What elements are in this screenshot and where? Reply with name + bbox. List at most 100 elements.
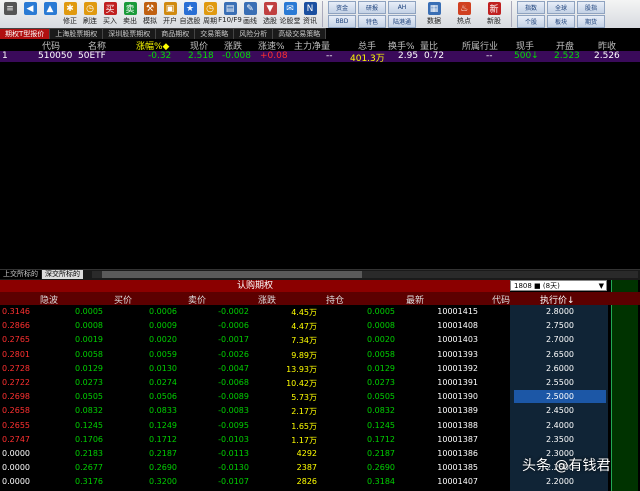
code-cell: 10001388 bbox=[437, 420, 478, 430]
bbd-button[interactable]: BBD bbox=[328, 15, 356, 28]
hot-button[interactable]: ♨ 热点 bbox=[449, 0, 479, 28]
bid-cell: 0.2183 bbox=[75, 449, 103, 458]
toolbar-button-4[interactable]: ◷ 刷连 bbox=[80, 0, 100, 28]
option-row[interactable]: 0.3146 0.0005 0.0006 -0.0002 4.45万 0.0005 1000… bbox=[0, 305, 610, 319]
option-row[interactable]: 0.2765 0.0019 0.0020 -0.0017 7.34万 0.0020 1000… bbox=[0, 333, 610, 347]
toolbar-button-9[interactable]: ★ 自选股 bbox=[180, 0, 201, 28]
ipo-button[interactable]: 新新股 bbox=[479, 0, 509, 28]
tab-risk[interactable]: 风险分析 bbox=[234, 28, 274, 39]
last-cell: 0.0273 bbox=[367, 378, 395, 387]
change-cell: -0.0103 bbox=[218, 434, 249, 444]
chat-icon: ✉ bbox=[283, 2, 297, 15]
toolbar-button-13[interactable]: ▼ 选股 bbox=[260, 0, 280, 28]
option-row[interactable]: 0.0000 0.3176 0.3200 -0.0107 2826 0.3184 10001… bbox=[0, 475, 610, 489]
ask-cell: 0.1249 bbox=[149, 420, 177, 430]
option-row[interactable]: 0.2698 0.0505 0.0506 -0.0089 5.73万 0.0505 1000… bbox=[0, 390, 610, 404]
toolbar-nav-2[interactable]: ▲ bbox=[40, 0, 60, 28]
tab-advanced-strategy[interactable]: 高级交易策略 bbox=[273, 28, 327, 39]
toolbar-button-10[interactable]: ◷ 周期 bbox=[200, 0, 220, 28]
open-interest-cell: 5.73万 bbox=[291, 393, 317, 403]
code-cell: 10001415 bbox=[437, 307, 478, 316]
tab-sh-options[interactable]: 上海股票期权 bbox=[50, 28, 104, 39]
bid-cell: 0.0273 bbox=[75, 378, 103, 387]
code-cell: 10001392 bbox=[437, 363, 478, 373]
single-stock-button[interactable]: 个股 bbox=[517, 15, 545, 28]
back-arrow-icon: ◀ bbox=[23, 2, 37, 15]
iv-cell: 0.2765 bbox=[2, 335, 30, 345]
tab-commodity-options[interactable]: 商品期权 bbox=[156, 28, 196, 39]
option-row[interactable]: 0.0000 0.2677 0.2690 -0.0130 2387 0.2690 10001… bbox=[0, 461, 610, 475]
iv-cell: 0.2728 bbox=[2, 363, 30, 373]
ask-cell: 0.3200 bbox=[149, 477, 177, 487]
sector-button[interactable]: 板块 bbox=[547, 15, 575, 28]
scrollbar-thumb[interactable] bbox=[102, 271, 362, 278]
tab-sz-underlying[interactable]: 深交所标的 bbox=[42, 270, 83, 279]
report-button[interactable]: 研报 bbox=[358, 1, 386, 14]
code-cell: 10001386 bbox=[437, 449, 478, 458]
data-icon: ▦ bbox=[427, 2, 441, 15]
toolbar-button-3[interactable]: ✱ 修正 bbox=[60, 0, 80, 28]
strike-cell: 2.8000 bbox=[546, 307, 574, 316]
change-cell: -0.0002 bbox=[218, 307, 249, 316]
open-interest-cell: 1.65万 bbox=[291, 421, 317, 431]
strike-cell: 2.6500 bbox=[546, 349, 574, 359]
bid-cell: 0.1706 bbox=[75, 434, 103, 444]
ask-cell: 0.0130 bbox=[149, 363, 177, 373]
toolbar-button-7[interactable]: ⚒ 模拟 bbox=[140, 0, 160, 28]
row-name: 50ETF bbox=[78, 51, 106, 61]
toolbar-button-11[interactable]: ▤ F10/F9 bbox=[218, 0, 242, 28]
option-row[interactable]: 0.2658 0.0832 0.0833 -0.0083 2.17万 0.0832 1000… bbox=[0, 404, 610, 418]
strike-cell: 2.5500 bbox=[546, 378, 574, 387]
index-button[interactable]: 指数 bbox=[517, 1, 545, 14]
hk-connect-button[interactable]: 陆港通 bbox=[388, 15, 416, 28]
row-prev-close: 2.526 bbox=[594, 51, 620, 61]
strike-cell: 2.6000 bbox=[546, 363, 574, 373]
futures-button[interactable]: 期货 bbox=[577, 15, 605, 28]
open-interest-cell: 13.93万 bbox=[286, 364, 317, 374]
open-interest-cell: 10.42万 bbox=[286, 379, 317, 388]
ask-cell: 0.0506 bbox=[149, 392, 177, 402]
data-button[interactable]: ▦ 数据 bbox=[419, 0, 449, 28]
iv-cell: 0.2655 bbox=[2, 420, 30, 430]
fund-button[interactable]: 资金 bbox=[328, 1, 356, 14]
toolbar-button-14[interactable]: ✉ 论股堂 bbox=[280, 0, 301, 28]
open-interest-cell: 2387 bbox=[296, 463, 317, 473]
option-row[interactable]: 0.2655 0.1245 0.1249 -0.0095 1.65万 0.1245 1000… bbox=[0, 419, 610, 433]
option-row[interactable]: 0.0000 0.2183 0.2187 -0.0113 4292 0.2187 10001… bbox=[0, 447, 610, 461]
toolbar-button-15[interactable]: N 资讯 bbox=[300, 0, 320, 28]
news-icon: N bbox=[303, 2, 317, 15]
toolbar-button-label: 开户 bbox=[163, 17, 177, 25]
toolbar-button-label: 选股 bbox=[263, 17, 277, 25]
toolbar-nav-0[interactable]: ≡ bbox=[0, 0, 20, 28]
last-cell: 0.0005 bbox=[367, 307, 395, 316]
tab-t-quote[interactable]: 期权T型报价 bbox=[0, 28, 51, 39]
toolbar-button-8[interactable]: ▣ 开户 bbox=[160, 0, 180, 28]
toolbar-nav-1[interactable]: ◀ bbox=[20, 0, 40, 28]
quote-row-selected[interactable]: 1 510050 50ETF -0.32 2.518 -0.008 +0.08 … bbox=[0, 51, 640, 64]
toolbar-button-label: 画线 bbox=[243, 17, 257, 25]
option-row[interactable]: 0.2728 0.0129 0.0130 -0.0047 13.93万 0.0129 100… bbox=[0, 362, 610, 376]
strike-cell: 2.7000 bbox=[546, 335, 574, 345]
option-row[interactable]: 0.2722 0.0273 0.0274 -0.0068 10.42万 0.0273 100… bbox=[0, 376, 610, 390]
ask-cell: 0.2187 bbox=[149, 449, 177, 458]
toolbar-button-6[interactable]: 卖卖出 bbox=[120, 0, 140, 28]
tab-sz-options[interactable]: 深圳股票期权 bbox=[103, 28, 157, 39]
change-cell: -0.0130 bbox=[218, 463, 249, 473]
bid-cell: 0.2677 bbox=[75, 463, 103, 473]
ah-button[interactable]: AH bbox=[388, 1, 416, 14]
global-button[interactable]: 全球 bbox=[547, 1, 575, 14]
strike-cell: 2.3500 bbox=[546, 434, 574, 444]
expiry-select[interactable]: 1808 ■ (8天) ▼ bbox=[510, 280, 607, 291]
option-row[interactable]: 0.2866 0.0008 0.0009 -0.0006 4.47万 0.0008 1000… bbox=[0, 319, 610, 333]
option-row[interactable]: 0.2747 0.1706 0.1712 -0.0103 1.17万 0.1712 1000… bbox=[0, 433, 610, 447]
toolbar-button-5[interactable]: 买买入 bbox=[100, 0, 120, 28]
stock-index-button[interactable]: 股指 bbox=[577, 1, 605, 14]
toolbar-button-label: F10/F9 bbox=[218, 16, 242, 24]
tab-strategy[interactable]: 交易策略 bbox=[195, 28, 235, 39]
special-button[interactable]: 特色 bbox=[358, 15, 386, 28]
toolbar-button-12[interactable]: ✎ 画线 bbox=[240, 0, 260, 28]
tab-sh-underlying[interactable]: 上交所标的 bbox=[0, 270, 41, 279]
last-cell: 0.1712 bbox=[367, 434, 395, 444]
iv-cell: 0.3146 bbox=[2, 307, 30, 316]
option-row[interactable]: 0.2801 0.0058 0.0059 -0.0026 9.89万 0.0058 1000… bbox=[0, 348, 610, 362]
